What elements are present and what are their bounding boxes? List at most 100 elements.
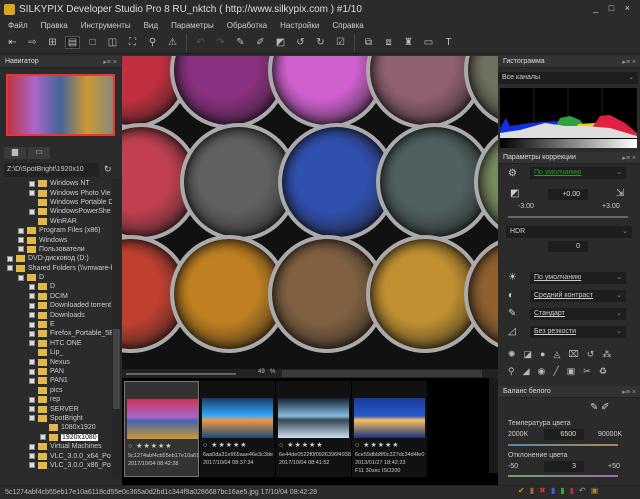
film-thumbnail[interactable]: ○ ★★★★★ 5c1274abf4cb55eb17e10a61 2017/10/0… (124, 381, 199, 477)
menu-item[interactable]: Настройки (280, 21, 319, 30)
hammer-icon[interactable]: T (442, 37, 455, 48)
warning-icon[interactable]: ⚠ (166, 37, 179, 48)
horizontal-scrollbar[interactable] (282, 370, 482, 377)
tone-select[interactable]: По умолчанию ⌄ (530, 272, 626, 284)
preview-filmstrip-icon[interactable]: ▤ (65, 36, 80, 49)
film-thumbnail[interactable]: ○ ★★★★★ 6e44de0522f0f0926396f4938 2017/10/… (276, 381, 351, 477)
expand-icon[interactable] (29, 462, 35, 469)
tree-scrollbar[interactable] (112, 179, 121, 479)
tree-item[interactable]: SpotBright (0, 414, 112, 423)
expand-icon[interactable] (7, 265, 13, 272)
navigator-preview[interactable] (6, 74, 115, 136)
fullscreen-icon[interactable]: ⛶ (126, 37, 139, 48)
compare-icon[interactable]: ◫ (106, 37, 119, 48)
comment-tab[interactable]: ▭ (28, 147, 50, 159)
zoom-icon[interactable]: ⚲ (146, 37, 159, 48)
filmstrip-scrollbar[interactable] (489, 378, 498, 473)
expand-icon[interactable] (18, 274, 24, 281)
expand-icon[interactable] (29, 208, 35, 215)
paste-params-icon[interactable]: ✎ (234, 37, 247, 48)
temp-value[interactable]: 6500 (544, 429, 584, 440)
expand-icon[interactable] (29, 368, 35, 375)
tree-item[interactable]: E (0, 320, 112, 329)
folder-tab[interactable]: ▆ (4, 147, 26, 159)
expand-icon[interactable] (29, 330, 35, 337)
expand-icon[interactable] (7, 255, 13, 262)
develop-batch-icon[interactable]: ⧉ (362, 37, 375, 48)
zoom-value[interactable]: 49 (258, 369, 265, 375)
expand-icon[interactable] (40, 434, 46, 441)
tree-item[interactable]: rep (0, 395, 112, 404)
tree-item[interactable]: HTC ONE (0, 339, 112, 348)
develop-icon[interactable]: ⇤ (6, 37, 19, 48)
status-action-icons[interactable]: ✔▮✖▮▮▮↶▣ (518, 486, 603, 495)
redo-icon[interactable]: ↷ (214, 37, 227, 48)
expand-icon[interactable] (29, 396, 35, 403)
refresh-icon[interactable]: ↻ (104, 164, 112, 175)
expand-icon[interactable] (29, 377, 35, 384)
rating-stars[interactable]: ○ ★★★★★ (128, 442, 173, 450)
sharpness-select[interactable]: Без резкости ⌄ (530, 326, 626, 338)
expand-icon[interactable] (29, 415, 35, 422)
tree-item[interactable]: PAN (0, 367, 112, 376)
expand-icon[interactable] (29, 293, 35, 300)
sharpness-icon[interactable]: ◿ (508, 326, 516, 337)
wb-picker-icon[interactable]: ✎ ✐ (590, 402, 610, 413)
menu-item[interactable]: Инструменты (81, 21, 131, 30)
tree-item[interactable]: 1080x1920 (0, 423, 112, 432)
film-thumbnail[interactable]: ○ ★★★★★ 6ce59dbb8f0c327dc34d4fe0 2013/01/2… (352, 381, 427, 477)
tree-item[interactable]: WinRAR (0, 217, 112, 226)
tree-item[interactable]: Program Files (x86) (0, 226, 112, 235)
preset-select[interactable]: По умолчанию ⌄ (530, 167, 626, 179)
tone-icon[interactable]: ☀ (508, 272, 517, 283)
expand-icon[interactable] (29, 190, 35, 197)
histogram-channel-select[interactable]: Все каналы ⌄ (498, 72, 638, 84)
tree-item[interactable]: pics (0, 386, 112, 395)
dev-value[interactable]: 3 (544, 461, 584, 472)
tree-item[interactable]: Downloaded torrent (0, 301, 112, 310)
next-icon[interactable]: ⇨ (26, 37, 39, 48)
exposure-slider[interactable] (508, 216, 628, 218)
stamp-icon[interactable]: ♜ (402, 37, 415, 48)
expand-icon[interactable] (29, 359, 35, 366)
color-dropper-icon[interactable]: ✎ (508, 308, 516, 319)
menu-item[interactable]: Обработка (227, 21, 267, 30)
tree-item[interactable]: 1920x1080 (0, 433, 112, 442)
monitor-icon[interactable]: ▭ (422, 37, 435, 48)
tree-item[interactable]: Virtual Machines (0, 442, 112, 451)
expand-icon[interactable] (29, 340, 35, 347)
expand-icon[interactable] (29, 321, 35, 328)
develop-disabled-icon[interactable]: ⧈ (382, 37, 395, 48)
expand-icon[interactable] (29, 283, 35, 290)
undo-icon[interactable]: ↶ (194, 37, 207, 48)
tree-item[interactable]: WindowsPowerShe (0, 207, 112, 216)
expand-icon[interactable] (29, 312, 35, 319)
panel-menu-close-icon[interactable]: ▸≡ × (103, 58, 117, 66)
expand-icon[interactable] (29, 180, 35, 187)
tree-item[interactable]: Пользователи (0, 245, 112, 254)
expand-icon[interactable] (29, 443, 35, 450)
hdr-value[interactable]: 0 (548, 241, 588, 252)
rotate-left-icon[interactable]: ↺ (294, 37, 307, 48)
rating-stars[interactable]: ○ ★★★★★ (203, 441, 248, 449)
dev-slider[interactable] (508, 475, 618, 477)
rotate-right-icon[interactable]: ↻ (314, 37, 327, 48)
expand-icon[interactable] (29, 302, 35, 309)
tree-item[interactable]: VLC_3.0.0_x64_Po (0, 451, 112, 460)
temp-slider[interactable] (508, 444, 618, 446)
window-controls[interactable]: _ □ × (593, 3, 634, 13)
rating-stars[interactable]: ○ ★★★★★ (279, 441, 324, 449)
tree-item[interactable]: D (0, 273, 112, 282)
menu-item[interactable]: Вид (144, 21, 158, 30)
tree-item[interactable]: Windows NT (0, 179, 112, 188)
copy-params-icon[interactable]: ✐ (254, 37, 267, 48)
tree-item[interactable]: Windows Portable D (0, 198, 112, 207)
color-select[interactable]: Стандарт ⌄ (530, 308, 626, 320)
contrast-select[interactable]: Средний контраст ⌄ (530, 290, 626, 302)
expand-icon[interactable] (18, 237, 24, 244)
tree-item[interactable]: Downloads (0, 310, 112, 319)
tree-item[interactable]: DVD-дисковод (D:) (0, 254, 112, 263)
tree-item[interactable]: VLC_3.0.0_x86_Po (0, 461, 112, 470)
menu-item[interactable]: Файл (8, 21, 28, 30)
tree-item[interactable]: Shared Folders (\\vmware-h (0, 264, 112, 273)
